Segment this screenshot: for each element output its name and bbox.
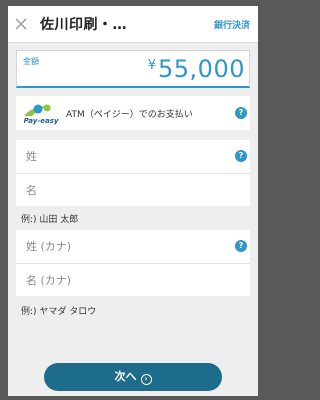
kana-fields-group: ? [16,230,250,296]
pay-easy-logo-text: Pay-easy [24,117,59,125]
amount-display: 金額 ¥55,000 [16,50,250,88]
kana-example: 例:) ヤマダ タロウ [21,307,97,317]
first-name-kana-field [16,264,250,296]
dialog-header: 佐川印刷・… 銀行決済 [8,6,258,43]
pay-easy-logo: Pay-easy [22,100,60,126]
close-button[interactable] [12,15,30,33]
payment-method-label: ATM（ペイジー）でのお支払い [66,110,193,120]
last-name-input[interactable] [16,140,250,173]
name-example: 例:) 山田 太郎 [21,215,79,225]
payment-dialog: 佐川印刷・… 銀行決済 金額 ¥55,000 Pay-easy ATM（ペイジー… [8,6,258,396]
payment-method-row: Pay-easy ATM（ペイジー）でのお支払い ? [16,96,250,130]
merchant-name: 佐川印刷・… [40,17,127,33]
name-fields-group: ? [16,140,250,206]
kana-help-icon[interactable]: ? [235,240,247,252]
first-name-input[interactable] [16,174,250,206]
amount-value: ¥55,000 [148,55,245,83]
first-name-kana-input[interactable] [16,264,250,296]
amount-number: 55,000 [158,55,245,83]
next-button[interactable]: 次へ › [44,363,222,391]
next-button-label: 次へ [114,370,137,383]
bank-payment-link[interactable]: 銀行決済 [214,18,250,31]
last-name-kana-field [16,230,250,263]
last-name-field [16,140,250,173]
amount-label: 金額 [23,57,39,66]
close-icon [15,18,27,30]
name-help-icon[interactable]: ? [235,150,247,162]
payment-method-help-icon[interactable]: ? [235,107,247,119]
currency-symbol: ¥ [147,58,157,73]
last-name-kana-input[interactable] [16,230,250,263]
first-name-field [16,174,250,206]
arrow-right-circle-icon: › [140,374,152,385]
